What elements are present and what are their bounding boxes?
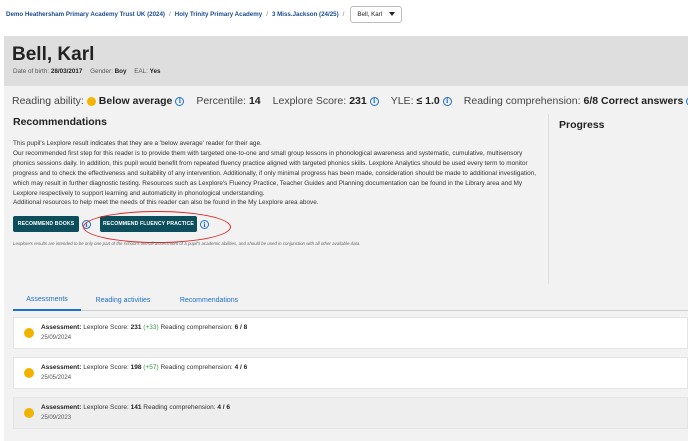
percentile-value: 14 (248, 95, 261, 107)
eal-label: EAL: (134, 68, 148, 75)
list-item[interactable]: Assessment: Lexplore Score: 198 (+57) Re… (13, 357, 688, 389)
comprehension-label: Reading comprehension: (143, 404, 216, 411)
divider (548, 114, 549, 284)
recommend-books-button[interactable]: RECOMMEND BOOKS (13, 216, 79, 232)
comprehension-value: 4 / 6 (234, 364, 248, 371)
list-item[interactable]: Assessment: Lexplore Score: 231 (+33) Re… (13, 317, 688, 349)
assessment-label: Assessment: (41, 404, 82, 411)
comprehension-value: 6/8 Correct answers (583, 95, 684, 107)
tab-bar: Assessments Reading activities Recommend… (13, 290, 688, 311)
recommendation-paragraph: This pupil's Lexplore result indicates t… (13, 140, 262, 147)
breadcrumb-separator: / (266, 10, 268, 18)
assessment-label: Assessment: (41, 324, 82, 331)
score-change: (+33) (143, 324, 159, 331)
yle-label: YLE: (390, 95, 414, 107)
reading-ability-label: Reading ability: (12, 95, 84, 107)
comprehension-value: 6 / 8 (234, 324, 248, 331)
comprehension-label: Reading comprehension: (160, 364, 233, 371)
breadcrumb-trust[interactable]: Demo Heathersham Primary Academy Trust U… (6, 11, 165, 18)
reading-ability-value: Below average (98, 95, 173, 107)
recommendation-text: This pupil's Lexplore result indicates t… (13, 139, 543, 208)
comprehension-label: Reading comprehension: (463, 95, 581, 107)
assessment-date: 25/09/2023 (41, 415, 72, 421)
status-dot-icon (24, 368, 34, 378)
info-icon[interactable]: i (175, 96, 185, 106)
info-icon[interactable]: i (442, 96, 452, 106)
gender-value: Boy (114, 68, 127, 75)
percentile-label: Percentile: (196, 95, 246, 107)
dob-value: 28/03/2017 (50, 68, 83, 75)
gender-label: Gender: (90, 68, 113, 75)
percentile-metric: Percentile: 14 (196, 95, 260, 107)
assessment-label: Assessment: (41, 364, 82, 371)
breadcrumb-separator: / (342, 10, 345, 18)
lexplore-score-metric: Lexplore Score: 231 i (273, 95, 379, 107)
student-select-value: Bell, Karl (357, 10, 383, 18)
disclaimer-text: Lexplore's results are intended to be on… (13, 241, 361, 246)
yle-metric: YLE: ≤ 1.0 i (391, 95, 452, 107)
score-label: Lexplore Score: (83, 364, 129, 371)
pupil-name: Bell, Karl (12, 44, 95, 65)
pupil-card: Bell, Karl Date of birth: 28/03/2017 Gen… (4, 36, 688, 441)
score-change: (+57) (143, 364, 159, 371)
tab-assessments[interactable]: Assessments (13, 290, 81, 311)
status-dot-icon (24, 328, 34, 338)
assessment-date: 25/09/2024 (41, 335, 72, 341)
tab-reading-activities[interactable]: Reading activities (81, 290, 165, 311)
student-select[interactable]: Bell, Karl (350, 5, 403, 23)
list-item[interactable]: Assessment: Lexplore Score: 141 Reading … (13, 397, 688, 429)
score-label: Lexplore Score: (83, 324, 129, 331)
yle-value: ≤ 1.0 (416, 95, 440, 107)
comprehension-metric: Reading comprehension: 6/8 Correct answe… (464, 95, 688, 107)
score-label: Lexplore Score: (83, 404, 129, 411)
score-value: 198 (130, 364, 142, 371)
breadcrumb-bar: Demo Heathersham Primary Academy Trust U… (0, 0, 688, 28)
assessment-summary: Assessment: Lexplore Score: 141 Reading … (41, 404, 230, 411)
eal-value: Yes (149, 68, 161, 75)
score-value: 141 (130, 404, 142, 411)
assessment-date: 25/05/2024 (41, 375, 72, 381)
breadcrumb-separator: / (169, 10, 171, 18)
tab-recommendations[interactable]: Recommendations (165, 290, 253, 311)
lexplore-score-label: Lexplore Score: (272, 95, 347, 107)
highlight-circle (83, 211, 231, 243)
info-icon[interactable]: i (369, 96, 379, 106)
recommendation-paragraph: Additional resources to help meet the ne… (13, 199, 319, 207)
recommendation-paragraph: Our recommended first step for this read… (13, 149, 537, 197)
metrics-row: Reading ability: Below average i Percent… (12, 93, 688, 109)
score-value: 231 (130, 324, 142, 331)
assessment-summary: Assessment: Lexplore Score: 198 (+57) Re… (41, 364, 247, 371)
progress-title: Progress (559, 119, 605, 131)
status-dot-icon (24, 408, 34, 418)
dob-label: Date of birth: (13, 68, 50, 75)
pupil-header: Bell, Karl Date of birth: 28/03/2017 Gen… (4, 36, 688, 86)
lexplore-score-value: 231 (349, 95, 367, 107)
reading-ability-metric: Reading ability: Below average i (12, 95, 185, 107)
breadcrumb-school[interactable]: Holy Trinity Primary Academy (175, 11, 262, 18)
comprehension-label: Reading comprehension: (160, 324, 233, 331)
status-dot-icon (86, 96, 96, 106)
assessment-summary: Assessment: Lexplore Score: 231 (+33) Re… (41, 324, 247, 331)
breadcrumb-class[interactable]: 3 Miss.Jackson (24/25) (272, 11, 339, 18)
pupil-details: Date of birth: 28/03/2017 Gender: Boy EA… (13, 68, 161, 75)
comprehension-value: 4 / 6 (217, 404, 231, 411)
assessment-list: Assessment: Lexplore Score: 231 (+33) Re… (13, 317, 688, 437)
chevron-down-icon (389, 12, 396, 16)
recommendations-title: Recommendations (13, 116, 107, 128)
